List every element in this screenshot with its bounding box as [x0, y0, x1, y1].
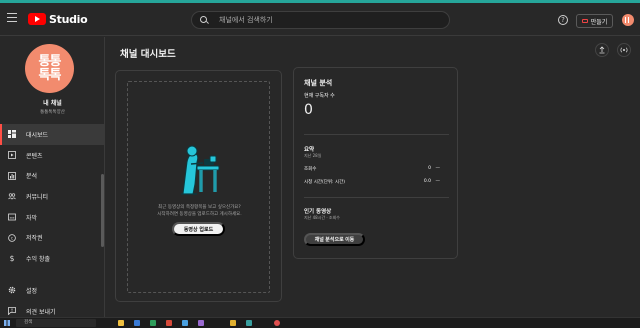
help-icon[interactable]: ?	[558, 15, 568, 25]
avatar-text-line1: 통통	[38, 53, 62, 69]
studio-logo[interactable]: Studio	[28, 12, 88, 26]
upload-illustration	[179, 144, 225, 200]
sidebar-item-analytics[interactable]: 분석	[0, 165, 105, 186]
upload-video-button[interactable]: 동영상 업로드	[172, 222, 225, 236]
sidebar-item-label: 커뮤니티	[26, 193, 49, 201]
taskbar-app-icon[interactable]	[150, 320, 156, 326]
sidebar: 통통 톡톡 내 채널 통통톡톡양산 대시보드 콘텐츠 분석 커뮤니티 자막 c …	[0, 37, 105, 317]
copyright-icon: c	[8, 233, 16, 242]
upload-card: 최근 동영상의 측정항목을 보고 싶으신가요? 시작하려면 동영상을 업로드하고…	[115, 70, 282, 302]
subscribers-count: 0	[304, 102, 313, 118]
logo-text: Studio	[49, 12, 88, 26]
go-to-analytics-button[interactable]: 채널 분석으로 이동	[304, 233, 365, 246]
sidebar-scrollbar[interactable]	[101, 174, 104, 247]
live-stream-icon[interactable]	[617, 43, 631, 57]
sidebar-item-settings[interactable]: 설정	[0, 280, 105, 301]
channel-avatar[interactable]: 통통 톡톡	[25, 44, 74, 93]
sidebar-item-label: 콘텐츠	[26, 152, 43, 160]
avatar-text-line2: 톡톡	[38, 67, 62, 83]
video-camera-icon	[581, 19, 588, 23]
svg-text:$: $	[10, 254, 15, 262]
taskbar-app-icon[interactable]	[182, 320, 188, 326]
summary-period: 지난 28일	[304, 153, 322, 158]
sidebar-nav: 대시보드 콘텐츠 분석 커뮤니티 자막 c 저작권 $ 수익 창출	[0, 124, 105, 269]
dashboard-icon	[8, 130, 16, 139]
taskbar-app-icon[interactable]	[230, 320, 236, 326]
upload-icon[interactable]	[595, 43, 609, 57]
taskbar-app-icon[interactable]	[198, 320, 204, 326]
svg-text:c: c	[11, 235, 13, 240]
youtube-play-icon	[28, 13, 46, 25]
upload-prompt-line1: 최근 동영상의 측정항목을 보고 싶으신가요?	[158, 205, 241, 210]
search-icon	[200, 15, 209, 25]
content-icon	[8, 151, 16, 159]
divider	[304, 134, 449, 135]
watch-time-value: 0.0	[423, 179, 431, 184]
sidebar-item-label: 자막	[26, 214, 38, 222]
channel-name: 내 채널	[43, 100, 62, 107]
search-bar[interactable]	[191, 11, 450, 29]
page-title: 채널 대시보드	[120, 49, 176, 60]
sidebar-lower-nav: 설정 의견 보내기	[0, 280, 105, 321]
sidebar-item-label: 저작권	[26, 235, 43, 243]
analytics-title: 채널 분석	[304, 79, 333, 87]
community-icon	[8, 192, 16, 201]
watch-time-row: 시청 시간(단위: 시간) 0.0 —	[304, 179, 449, 187]
views-row: 조회수 0 —	[304, 166, 449, 174]
taskbar-search[interactable]: 검색	[16, 319, 96, 327]
studio-app: Studio ? 만들기 통통 톡톡 내 채널 통통톡톡양산 대시보드	[0, 0, 640, 328]
views-trend: —	[435, 166, 441, 171]
subtitles-icon	[8, 213, 16, 221]
search-input[interactable]	[219, 16, 439, 24]
main-content: 채널 대시보드 최근 동영상의 측정항목을 보고 싶으신가요? 시작하려면 동영…	[106, 37, 640, 317]
feedback-icon	[8, 307, 16, 316]
windows-start-icon[interactable]	[4, 320, 10, 326]
gear-icon	[8, 286, 16, 294]
summary-title: 요약	[304, 147, 315, 153]
account-avatar[interactable]	[622, 14, 634, 26]
sidebar-item-dashboard[interactable]: 대시보드	[0, 124, 105, 145]
watch-time-trend: —	[435, 179, 441, 184]
upload-dropzone[interactable]: 최근 동영상의 측정항목을 보고 싶으신가요? 시작하려면 동영상을 업로드하고…	[127, 81, 270, 293]
sidebar-item-label: 설정	[26, 287, 38, 295]
taskbar-app-icon[interactable]	[246, 320, 252, 326]
upload-prompt: 최근 동영상의 측정항목을 보고 싶으신가요? 시작하려면 동영상을 업로드하고…	[128, 204, 271, 218]
top-header: Studio ? 만들기	[0, 3, 640, 36]
sidebar-item-subtitles[interactable]: 자막	[0, 207, 105, 228]
channel-handle: 통통톡톡양산	[40, 110, 65, 115]
file-explorer-icon[interactable]	[118, 320, 124, 326]
analytics-icon	[8, 171, 16, 180]
sidebar-item-community[interactable]: 커뮤니티	[0, 186, 105, 207]
views-value: 0	[428, 166, 431, 171]
taskbar-app-icon[interactable]	[134, 320, 140, 326]
channel-analytics-card: 채널 분석 현재 구독자 수 0 요약 지난 28일 조회수 0 — 시청 시간…	[293, 67, 458, 259]
sidebar-item-content[interactable]: 콘텐츠	[0, 145, 105, 166]
sidebar-item-label: 분석	[26, 173, 38, 181]
top-videos-title: 인기 동영상	[304, 209, 332, 215]
create-button[interactable]: 만들기	[576, 14, 613, 28]
sidebar-item-monetization[interactable]: $ 수익 창출	[0, 248, 105, 269]
sidebar-item-label: 의견 보내기	[26, 308, 56, 316]
create-label: 만들기	[590, 18, 608, 26]
upload-prompt-line2: 시작하려면 동영상을 업로드하고 게시하세요.	[157, 212, 242, 217]
sidebar-item-label: 수익 창출	[26, 255, 50, 263]
divider	[304, 197, 449, 198]
sidebar-item-label: 대시보드	[26, 131, 49, 139]
top-videos-note: 지난 48시간 · 조회수	[304, 215, 340, 220]
menu-icon[interactable]	[7, 13, 17, 22]
watch-time-label: 시청 시간(단위: 시간)	[304, 180, 346, 185]
taskbar-app-icon[interactable]	[166, 320, 172, 326]
views-label: 조회수	[304, 167, 317, 172]
monetization-icon: $	[8, 254, 16, 262]
sidebar-item-copyright[interactable]: c 저작권	[0, 227, 105, 248]
subscribers-label: 현재 구독자 수	[304, 93, 335, 99]
os-taskbar: 검색	[0, 317, 640, 328]
chrome-icon[interactable]	[274, 320, 280, 326]
